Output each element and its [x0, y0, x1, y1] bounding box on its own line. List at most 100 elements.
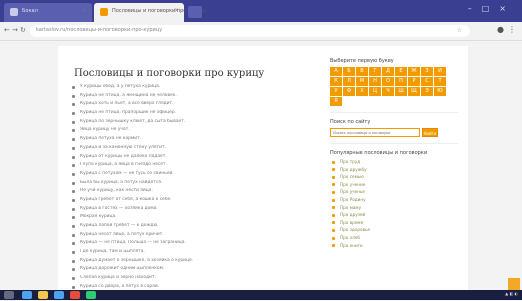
letters-heading: Выберите первую букву: [330, 58, 458, 64]
letter-button[interactable]: Ж: [408, 67, 420, 76]
proverb-item: Курица в гостях — хозяйка дома.: [70, 206, 310, 215]
tab-favicon-icon: [10, 8, 18, 16]
letter-button[interactable]: Д: [382, 67, 394, 76]
proverb-item: Курица петуха не кормит.: [70, 136, 310, 145]
letter-button[interactable]: Ш: [395, 87, 407, 96]
letter-button[interactable]: У: [330, 87, 342, 96]
proverb-item: Яйца курицу не учат.: [70, 127, 310, 136]
window-controls[interactable]: –□×: [468, 4, 516, 13]
proverb-item: Курица гребёт от себя, а кошка к себе.: [70, 197, 310, 206]
letter-button[interactable]: Г: [369, 67, 381, 76]
tab-favicon-icon: [100, 8, 108, 16]
taskbar: ▲ ◧ ◐: [0, 290, 522, 300]
letter-button[interactable]: Б: [343, 67, 355, 76]
letter-button[interactable]: Я: [330, 97, 342, 106]
letter-button[interactable]: С: [421, 77, 433, 86]
bookmark-star-icon[interactable]: ☆: [457, 27, 462, 34]
taskbar-app-icon[interactable]: [22, 291, 32, 299]
new-tab-button[interactable]: [188, 6, 202, 18]
proverb-item: Курица не птица, прапорщик не офицер.: [70, 110, 310, 119]
popular-link[interactable]: Про здоровье: [330, 227, 458, 235]
letter-button[interactable]: М: [356, 77, 368, 86]
letter-button[interactable]: О: [382, 77, 394, 86]
letter-button[interactable]: Е: [395, 67, 407, 76]
letter-button[interactable]: К: [330, 77, 342, 86]
popular-link[interactable]: Про хлеб: [330, 235, 458, 243]
search-input[interactable]: [330, 128, 420, 137]
browser-tab[interactable]: Бокал ×: [4, 3, 92, 22]
reload-icon[interactable]: ↻: [20, 26, 26, 34]
proverb-item: Курица несёт яйцо, а петух кричит.: [70, 232, 310, 241]
letter-button[interactable]: Т: [434, 77, 446, 86]
letter-button[interactable]: З: [421, 67, 433, 76]
popular-heading: Популярные пословицы и поговорки: [330, 150, 458, 156]
proverb-item: Курица и за каменную стену улетит.: [70, 145, 310, 154]
proverb-item: У курицы обед, а у петуха курица.: [70, 84, 310, 93]
browser-tab-bar: Бокал × Пословицы и поговорки про курицу…: [0, 0, 522, 22]
system-tray[interactable]: ▲ ◧ ◐: [505, 291, 518, 296]
page-title: Пословицы и поговорки про курицу: [74, 68, 264, 79]
proverb-item: Была бы курица, а петух найдётся.: [70, 180, 310, 189]
proverb-item: Слепая курица и зерно находит.: [70, 275, 310, 284]
letter-button[interactable]: Ц: [369, 87, 381, 96]
letter-button[interactable]: Р: [408, 77, 420, 86]
letter-button[interactable]: А: [330, 67, 342, 76]
letter-grid: АБВГДЕЖЗИ КЛМНОПРСТ УФХЦЧШЩЭЮ Я: [330, 67, 450, 106]
address-bar-area: ← → ↻ kartaslov.ru/пословицы-и-поговорки…: [0, 22, 522, 41]
letter-button[interactable]: И: [434, 67, 446, 76]
popular-link[interactable]: Про семью: [330, 174, 458, 182]
popular-link[interactable]: Про время: [330, 220, 458, 228]
page-content: Пословицы и поговорки про курицу У куриц…: [58, 46, 468, 294]
browser-icon[interactable]: [70, 291, 80, 299]
back-icon[interactable]: ←: [4, 26, 10, 34]
divider: [330, 143, 458, 144]
letter-button[interactable]: Х: [356, 87, 368, 96]
popular-link[interactable]: Про ученье: [330, 189, 458, 197]
proverb-item: Курица не птица, а женщина не человек.: [70, 93, 310, 102]
popular-link[interactable]: Про маму: [330, 205, 458, 213]
proverb-item: Курица по зёрнышку клюёт, да сыта бывает…: [70, 119, 310, 128]
popular-link[interactable]: Про учение: [330, 182, 458, 190]
letter-button[interactable]: Ю: [434, 87, 446, 96]
proverb-item: Курица лапой гребёт — к дождю.: [70, 223, 310, 232]
sidebar: Выберите первую букву АБВГДЕЖЗИ КЛМНОПРСТ…: [330, 58, 458, 250]
search-button[interactable]: Найти: [422, 128, 438, 137]
letter-button[interactable]: Л: [343, 77, 355, 86]
popular-link[interactable]: Про Родину: [330, 197, 458, 205]
letter-button[interactable]: П: [395, 77, 407, 86]
arrow-up-icon[interactable]: [508, 278, 520, 290]
popular-link[interactable]: Про друзей: [330, 212, 458, 220]
proverb-item: Не учи курицу, как нести яйца.: [70, 188, 310, 197]
taskbar-app-icon[interactable]: [54, 291, 64, 299]
popular-list: Про трудПро дружбуПро семьюПро учениеПро…: [330, 159, 458, 250]
proverb-item: Курица — не птица, Польша — не заграница…: [70, 240, 310, 249]
popular-link[interactable]: Про дружбу: [330, 167, 458, 175]
close-tab-icon[interactable]: ×: [174, 7, 179, 14]
search-heading: Поиск по сайту: [330, 119, 458, 125]
letter-button[interactable]: Н: [369, 77, 381, 86]
proverb-item: Где курица, там и цыплята.: [70, 249, 310, 258]
close-tab-icon[interactable]: ×: [82, 7, 87, 14]
url-text: kartaslov.ru/пословицы-и-поговорки-про-к…: [36, 27, 162, 33]
start-icon[interactable]: [4, 291, 14, 299]
menu-icon[interactable]: ⋮: [508, 25, 516, 34]
letter-button[interactable]: Ч: [382, 87, 394, 96]
forward-icon[interactable]: →: [12, 26, 18, 34]
popular-link[interactable]: Про труд: [330, 159, 458, 167]
proverb-item: Курица дорожит одним цыплёнком.: [70, 266, 310, 275]
tab-title: Бокал: [22, 8, 38, 14]
letter-button[interactable]: Щ: [408, 87, 420, 96]
folder-icon[interactable]: [38, 291, 48, 299]
letter-button[interactable]: В: [356, 67, 368, 76]
taskbar-app-icon[interactable]: [86, 291, 96, 299]
address-input[interactable]: kartaslov.ru/пословицы-и-поговорки-про-к…: [30, 25, 470, 37]
letter-button[interactable]: Э: [421, 87, 433, 96]
extension-icon[interactable]: ●: [497, 25, 504, 34]
proverb-item: Мокрая курица.: [70, 214, 310, 223]
proverb-item: Курица думает о зёрнышке, а хозяйка о ку…: [70, 258, 310, 267]
popular-link[interactable]: Про книги: [330, 243, 458, 251]
divider: [330, 112, 458, 113]
letter-button[interactable]: Ф: [343, 87, 355, 96]
browser-tab-active[interactable]: Пословицы и поговорки про курицу ×: [94, 3, 184, 22]
proverb-list: У курицы обед, а у петуха курица.Курица …: [70, 84, 310, 301]
